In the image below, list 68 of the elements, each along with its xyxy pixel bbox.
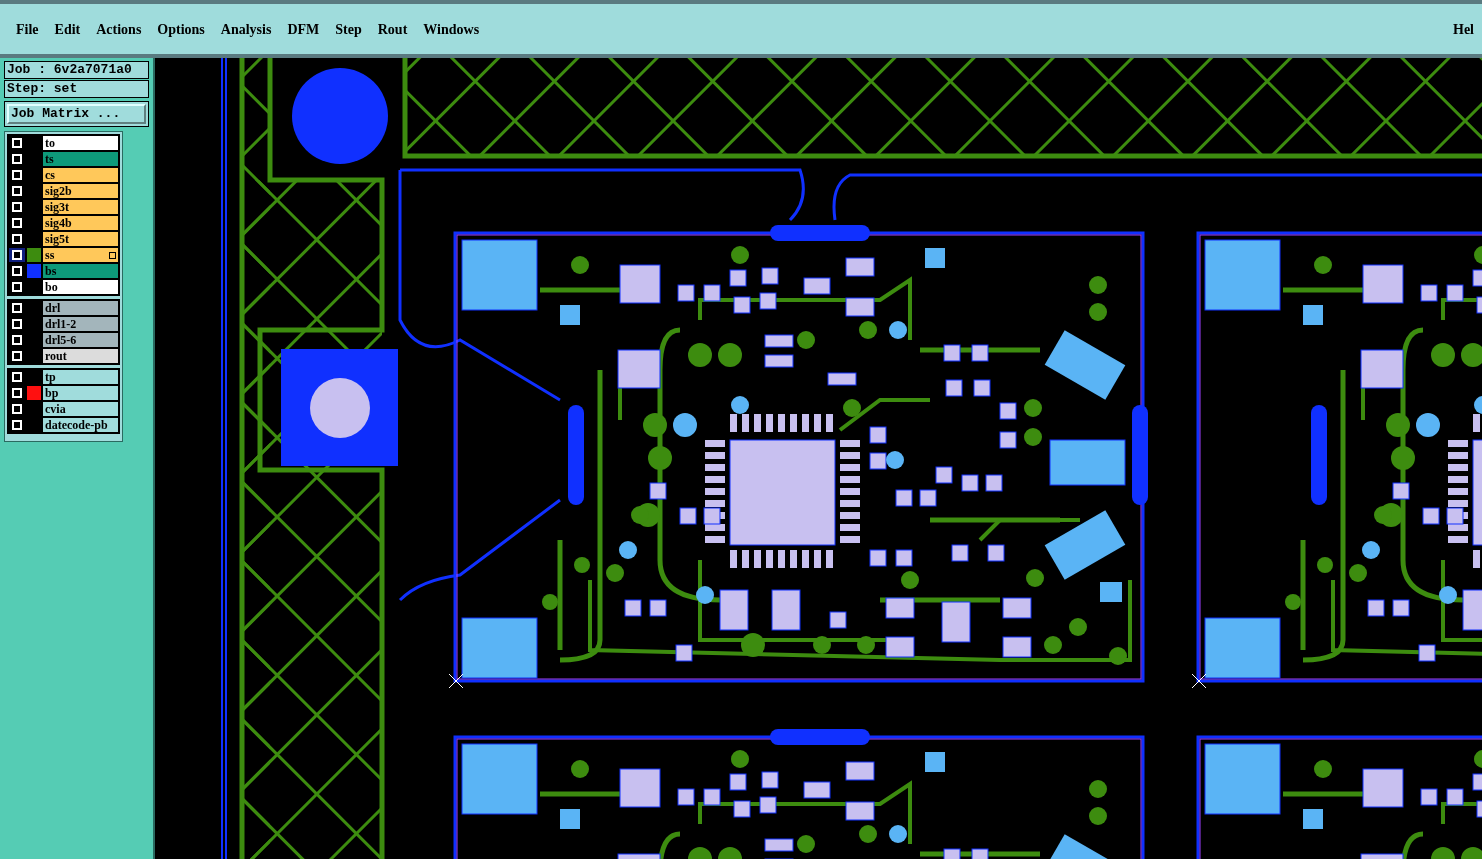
menu-item[interactable]: Hel <box>1453 18 1474 40</box>
layer-row[interactable]: bs <box>9 264 118 278</box>
layer-checkbox[interactable] <box>9 370 25 384</box>
layer-row[interactable]: tp <box>9 370 118 384</box>
layer-checkbox[interactable] <box>9 168 25 182</box>
layer-name: ts <box>45 152 54 166</box>
layer-checkbox[interactable] <box>9 301 25 315</box>
layer-name: cvia <box>45 402 66 416</box>
layer-name: drl1-2 <box>45 317 77 331</box>
layer-checkbox[interactable] <box>9 386 25 400</box>
job-label: Job : 6v2a7071a0 <box>4 61 149 79</box>
layer-checkbox[interactable] <box>9 280 25 294</box>
layer-checkbox[interactable] <box>9 200 25 214</box>
menu-item[interactable]: Rout <box>377 18 408 40</box>
layer-row[interactable]: rout <box>9 349 118 363</box>
menu-item[interactable]: Analysis <box>220 18 272 40</box>
menu-item[interactable]: File <box>16 18 39 40</box>
layer-row[interactable]: ts <box>9 152 118 166</box>
layer-name: sig2b <box>45 184 72 198</box>
layer-name: tp <box>45 370 56 384</box>
layer-checkbox[interactable] <box>9 216 25 230</box>
layer-row[interactable]: bp <box>9 386 118 400</box>
layer-name: bp <box>45 386 59 400</box>
layer-checkbox[interactable] <box>9 317 25 331</box>
layer-name: to <box>45 136 55 150</box>
layer-checkbox[interactable] <box>9 152 25 166</box>
menu-item[interactable]: DFM <box>287 18 320 40</box>
layer-row[interactable]: cvia <box>9 402 118 416</box>
layer-checkbox[interactable] <box>9 333 25 347</box>
layer-name: drl5-6 <box>45 333 77 347</box>
layer-row[interactable]: ss <box>9 248 118 262</box>
layer-checkbox[interactable] <box>9 184 25 198</box>
menu-item[interactable]: Step <box>335 18 362 40</box>
layer-checkbox[interactable] <box>9 349 25 363</box>
layer-row[interactable]: sig3t <box>9 200 118 214</box>
layer-checkbox[interactable] <box>9 136 25 150</box>
menu-item[interactable]: Actions <box>96 18 142 40</box>
layer-checkbox[interactable] <box>9 248 25 262</box>
layer-row[interactable]: drl5-6 <box>9 333 118 347</box>
layer-checkbox[interactable] <box>9 264 25 278</box>
layer-checkbox[interactable] <box>9 232 25 246</box>
menu-item[interactable]: Windows <box>423 18 480 40</box>
layer-checkbox[interactable] <box>9 402 25 416</box>
layer-row[interactable]: sig2b <box>9 184 118 198</box>
layer-row[interactable]: cs <box>9 168 118 182</box>
job-matrix-button[interactable]: Job Matrix ... <box>7 104 146 124</box>
layer-row[interactable]: datecode-pb <box>9 418 118 432</box>
layer-name: cs <box>45 168 55 182</box>
layer-name: sig5t <box>45 232 69 246</box>
layer-checkbox[interactable] <box>9 418 25 432</box>
layer-row[interactable]: sig5t <box>9 232 118 246</box>
layer-name: datecode-pb <box>45 418 108 432</box>
layer-name: bs <box>45 264 57 278</box>
layer-row[interactable]: sig4b <box>9 216 118 230</box>
step-label: Step: set <box>4 80 149 98</box>
layer-row[interactable]: drl1-2 <box>9 317 118 331</box>
layer-row[interactable]: to <box>9 136 118 150</box>
menu-item[interactable]: Edit <box>54 18 81 40</box>
layer-name: rout <box>45 349 67 363</box>
layer-name: sig3t <box>45 200 69 214</box>
layer-name: ss <box>45 248 55 262</box>
grid-icon <box>109 251 116 259</box>
layer-name: sig4b <box>45 216 72 230</box>
layer-row[interactable]: bo <box>9 280 118 294</box>
layer-name: bo <box>45 280 58 294</box>
layer-name: drl <box>45 301 61 315</box>
layer-row[interactable]: drl <box>9 301 118 315</box>
menu-item[interactable]: Options <box>157 18 205 40</box>
